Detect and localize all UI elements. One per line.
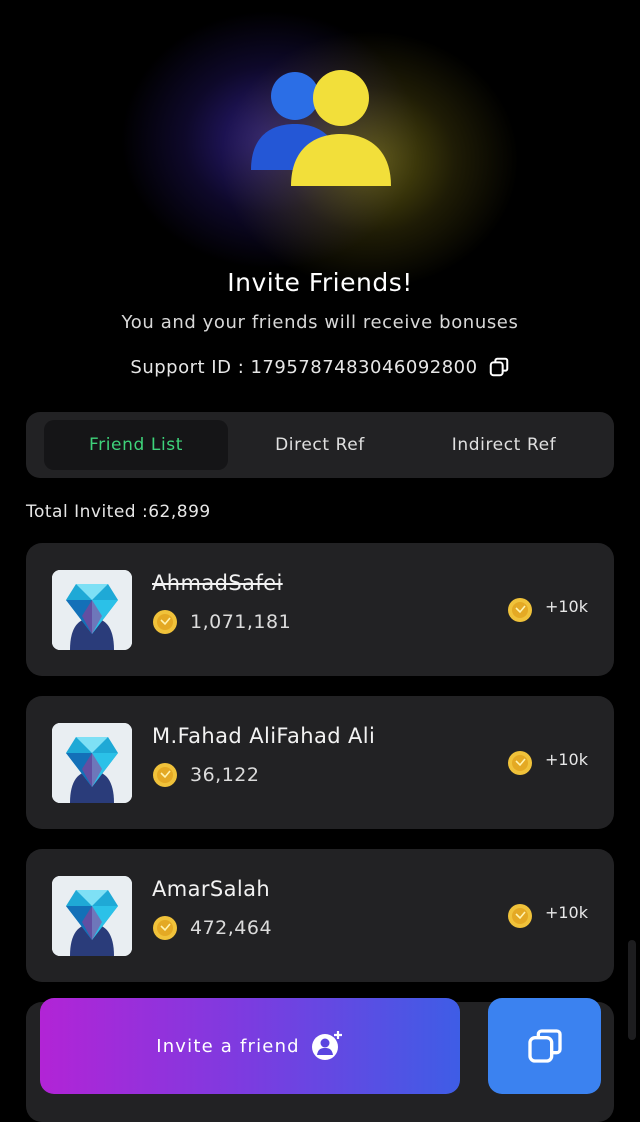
- support-id-text: Support ID : 1795787483046092800: [130, 357, 477, 378]
- friend-score-value: 36,122: [190, 764, 260, 786]
- coin-icon: [507, 751, 532, 775]
- copy-icon: [527, 1029, 562, 1063]
- avatar: [52, 723, 132, 803]
- coin-icon: [507, 598, 532, 622]
- total-invited: Total Invited :62,899: [26, 502, 211, 522]
- invite-friend-button[interactable]: Invite a friend: [40, 998, 460, 1094]
- friend-reward: +10k: [507, 597, 588, 623]
- avatar: [52, 570, 132, 650]
- tab-friend-list[interactable]: Friend List: [44, 420, 228, 470]
- invite-friend-label: Invite a friend: [156, 1035, 300, 1057]
- friend-score: 472,464: [152, 915, 272, 941]
- friend-score-value: 472,464: [190, 917, 273, 939]
- support-id-value: 1795787483046092800: [250, 356, 478, 378]
- page-title: Invite Friends!: [227, 268, 413, 297]
- add-user-icon: [311, 1031, 342, 1060]
- friend-card[interactable]: M.Fahad AliFahad Ali 36,122 +10k: [26, 696, 614, 829]
- support-id-label: Support ID :: [130, 356, 251, 378]
- coin-icon: [153, 916, 177, 940]
- friend-name: AhmadSafei: [152, 571, 283, 595]
- support-id-row: Support ID : 1795787483046092800: [0, 356, 640, 378]
- friend-score: 1,071,181: [152, 609, 291, 635]
- friends-icon: [251, 70, 391, 186]
- page-subtitle: You and your friends will receive bonuse…: [121, 312, 519, 333]
- coin-icon: [507, 904, 532, 928]
- coin-icon: [153, 763, 177, 787]
- friend-reward-value: +10k: [544, 903, 588, 922]
- friend-card[interactable]: AmarSalah 472,464 +10k: [26, 849, 614, 982]
- scrollbar[interactable]: [628, 940, 636, 1040]
- friend-reward: +10k: [507, 750, 588, 776]
- friend-reward-value: +10k: [544, 750, 588, 769]
- friend-reward-value: +10k: [544, 597, 588, 616]
- friend-name: M.Fahad AliFahad Ali: [152, 724, 376, 748]
- friend-name: AmarSalah: [152, 877, 271, 901]
- avatar: [52, 876, 132, 956]
- friend-reward: +10k: [507, 903, 588, 929]
- tab-indirect-ref[interactable]: Indirect Ref: [412, 420, 596, 470]
- coin-icon: [153, 610, 177, 634]
- friend-score: 36,122: [152, 762, 259, 788]
- tab-bar: Friend List Direct Ref Indirect Ref: [26, 412, 614, 478]
- friend-card[interactable]: AhmadSafei 1,071,181 +10k: [26, 543, 614, 676]
- friend-score-value: 1,071,181: [190, 611, 292, 633]
- copy-link-button[interactable]: [488, 998, 601, 1094]
- tab-direct-ref[interactable]: Direct Ref: [228, 420, 412, 470]
- copy-icon[interactable]: [488, 356, 510, 378]
